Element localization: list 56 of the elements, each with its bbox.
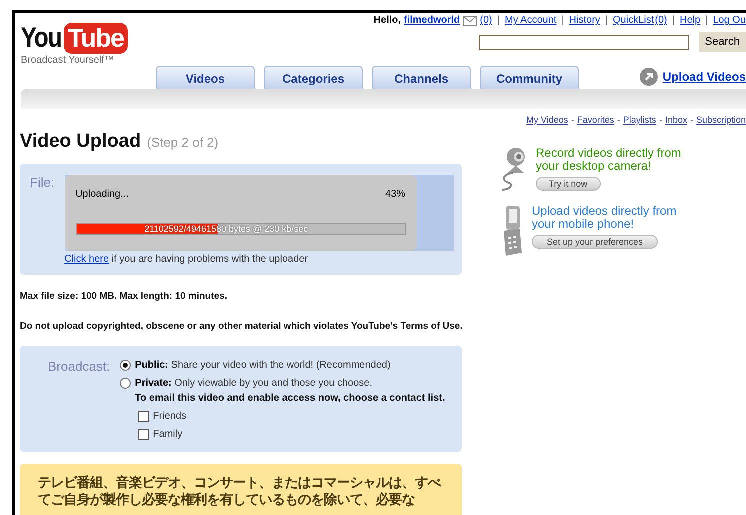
contact-label: Friends [153, 410, 187, 422]
separator-text: | [562, 15, 564, 26]
promo-button[interactable]: Set up your preferences [532, 235, 658, 249]
nav-tab[interactable]: Categories [264, 66, 363, 89]
separator-text: | [605, 15, 608, 26]
header-link[interactable]: (0) [480, 15, 492, 26]
contact-label: Family [153, 428, 183, 440]
radio-button[interactable] [120, 360, 132, 370]
separator-text: | [497, 15, 500, 26]
upload-videos-link[interactable]: Upload Videos [662, 70, 746, 84]
nav-tab[interactable]: Community [480, 66, 579, 89]
subnav-link[interactable]: Subscription [696, 115, 746, 125]
envelope-icon[interactable] [463, 16, 478, 26]
subnav-link[interactable]: Favorites [577, 115, 614, 125]
separator-text: | [672, 15, 675, 26]
subnav-link[interactable]: Playlists [623, 115, 656, 125]
option-text: Public: Share your video with the world! (Recommended) [135, 360, 391, 370]
page-title: Video Upload [20, 131, 142, 153]
subnav-link[interactable]: Inbox [665, 115, 688, 125]
header-link[interactable]: History [569, 15, 600, 26]
search-button[interactable]: Search [699, 32, 746, 52]
help-text: Click here if you are having problems with the uploader [64, 254, 310, 265]
separator-text: - [659, 115, 662, 125]
promo-button[interactable]: Try it now [536, 177, 601, 191]
nav-tab[interactable]: Videos [156, 66, 255, 89]
header-link[interactable]: QuickList [613, 15, 654, 26]
site-logo[interactable]: You Tube Broadcast Yourself™ [21, 22, 125, 69]
step-text: (Step 2 of 2) [147, 135, 219, 150]
radio-button[interactable] [120, 378, 132, 388]
notice-text: テレビ番組、音楽ビデオ、コンサート、またはコマーシャルは、すべてご自身が製作し必要な権利を有しているものを除いて、必要な [38, 474, 442, 508]
checkbox[interactable] [138, 428, 150, 440]
nav-tab[interactable]: Channels [372, 66, 471, 89]
header-link[interactable]: Help [680, 15, 701, 26]
status-text: Uploading... [76, 189, 129, 200]
subnav-link[interactable]: My Videos [526, 115, 568, 125]
click-here-link[interactable]: Click here [64, 254, 110, 265]
username-link[interactable]: filmedworld [404, 15, 460, 26]
note-text: Max file size: 100 MB. Max length: 10 minutes. [20, 291, 228, 302]
separator-text: - [690, 115, 694, 125]
header-link[interactable]: My Account [504, 15, 557, 26]
separator-text: - [617, 115, 620, 125]
email-note: To email this video and enable access now, choose a contact list. [135, 393, 446, 404]
greeting-text: Hello, [374, 15, 402, 26]
search-field[interactable] [479, 34, 690, 50]
promo-title: Upload videos directly from your mobile phone! [532, 205, 678, 231]
checkbox[interactable] [138, 410, 150, 422]
broadcast-label: Broadcast: [48, 358, 110, 376]
promo-title: Record videos directly from your desktop camera! [536, 147, 682, 173]
header-link[interactable]: Log Ou [713, 15, 746, 26]
percent-text: 43% [386, 189, 406, 200]
separator-text: - [571, 115, 574, 125]
separator-text: | [706, 15, 708, 26]
option-text: Private: Only viewable by you and those you choose. [135, 378, 373, 388]
count-link[interactable]: (0) [655, 15, 668, 26]
file-label: File: [30, 175, 55, 192]
note-text: Do not upload copyrighted, obscene or any other material which violates YouTube's Terms of Use. [20, 321, 464, 332]
